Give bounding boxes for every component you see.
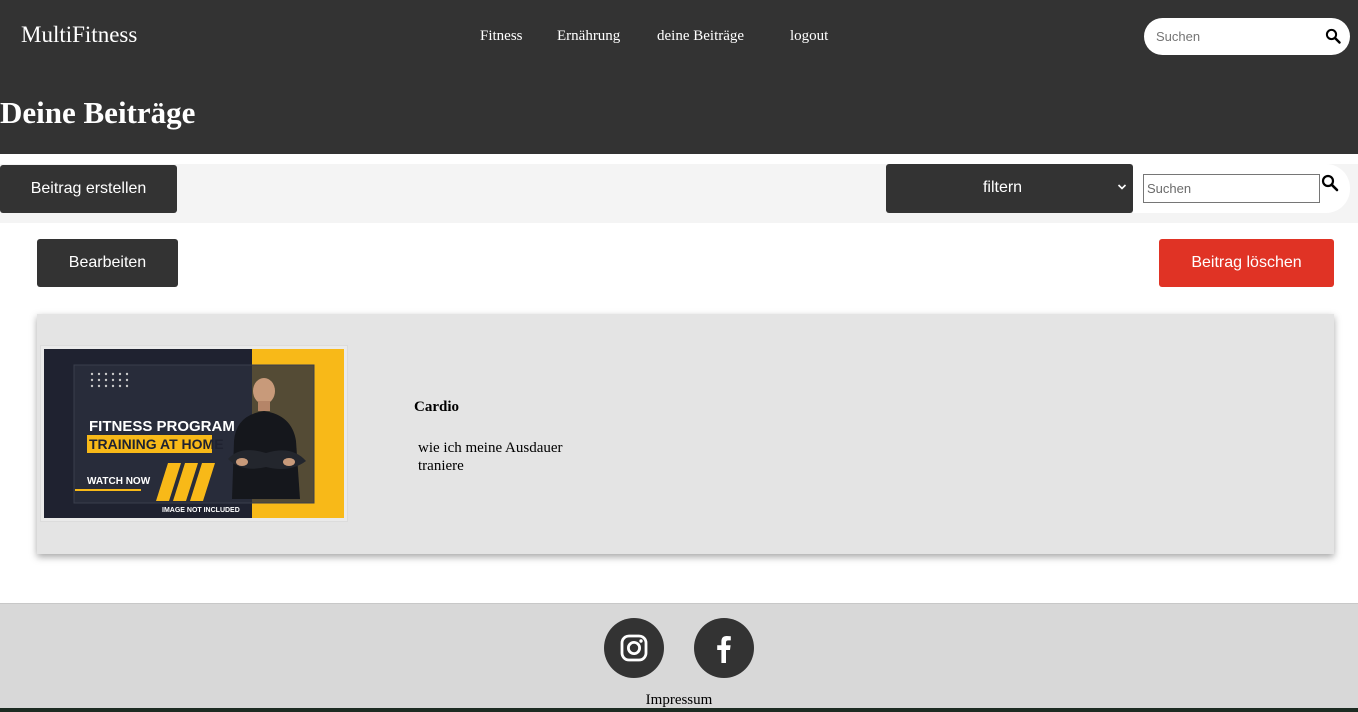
search-icon[interactable]: [1325, 28, 1341, 44]
filter-select-value: filtern: [982, 179, 1023, 196]
site-footer: Impressum: [0, 603, 1358, 712]
search-icon[interactable]: [1321, 174, 1339, 192]
banner-line2: TRAINING AT HOME: [89, 436, 224, 452]
nav-fitness[interactable]: Fitness: [480, 28, 523, 45]
filter-select[interactable]: filtern: [886, 164, 1133, 213]
banner-line1: FITNESS PROGRAM: [89, 418, 235, 435]
instagram-icon: [620, 634, 648, 662]
nav-logout[interactable]: logout: [790, 28, 828, 45]
toolbar: Beitrag erstellen filtern: [0, 164, 1358, 223]
page-title: Deine Beiträge: [0, 95, 196, 130]
post-description: wie ich meine Ausdauer traniere: [418, 440, 563, 474]
nav-ernaehrung[interactable]: Ernährung: [557, 28, 620, 45]
facebook-link[interactable]: [694, 618, 754, 678]
facebook-icon: [717, 636, 731, 663]
header-search-input[interactable]: [1156, 26, 1316, 46]
instagram-link[interactable]: [604, 618, 664, 678]
site-header: MultiFitness Fitness Ernährung deine Bei…: [0, 0, 1358, 154]
footer-image-strip: [0, 708, 1358, 712]
impressum-link[interactable]: Impressum: [0, 692, 1358, 709]
post-card: FITNESS PROGRAM TRAINING AT HOME WATCH N…: [37, 314, 1334, 554]
post-title: Cardio: [414, 399, 459, 415]
toolbar-search: [1133, 164, 1350, 213]
delete-post-button[interactable]: Beitrag löschen: [1159, 239, 1334, 287]
banner-cta: WATCH NOW: [87, 476, 151, 487]
create-post-button[interactable]: Beitrag erstellen: [0, 165, 177, 213]
toolbar-search-input[interactable]: [1143, 174, 1320, 203]
post-image-frame: FITNESS PROGRAM TRAINING AT HOME WATCH N…: [40, 345, 348, 522]
chevron-down-icon: [1117, 184, 1127, 190]
nav-deine-beitraege[interactable]: deine Beiträge: [657, 28, 744, 45]
post-image[interactable]: FITNESS PROGRAM TRAINING AT HOME WATCH N…: [44, 349, 344, 518]
banner-note: IMAGE NOT INCLUDED: [162, 507, 240, 514]
header-search: [1144, 18, 1350, 55]
edit-button[interactable]: Bearbeiten: [37, 239, 178, 287]
